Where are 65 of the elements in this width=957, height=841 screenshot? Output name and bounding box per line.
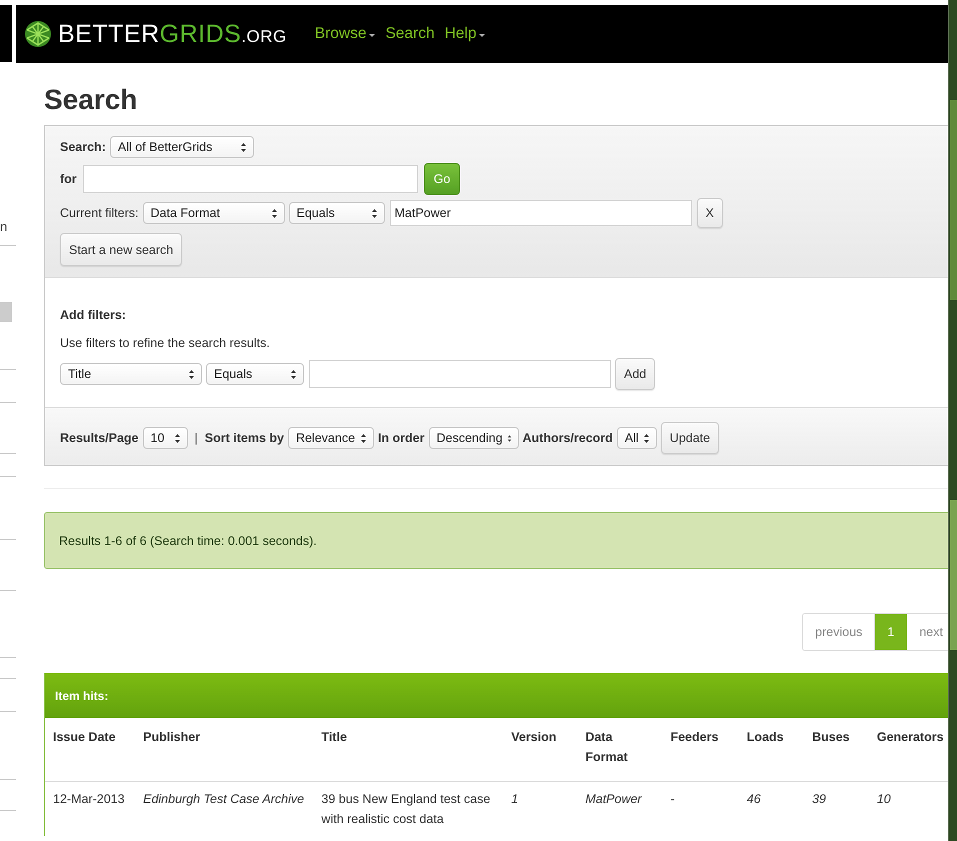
- column-header: Generators: [868, 718, 948, 782]
- scope-select[interactable]: All of BetterGrids: [110, 136, 254, 158]
- order-select[interactable]: Descending: [428, 427, 518, 449]
- table-cell: -: [662, 782, 739, 836]
- select-arrows-icon: [642, 432, 650, 444]
- field-label: Sort items by: [204, 431, 284, 445]
- column-header: Title: [313, 718, 504, 782]
- logo-icon[interactable]: [24, 20, 52, 48]
- field-label: Search:: [60, 140, 106, 154]
- field-label: Results/Page: [60, 431, 139, 445]
- results-alert: Results 1-6 of 6 (Search time: 0.001 seconds).: [44, 512, 948, 569]
- table-cell: 39: [804, 782, 869, 836]
- field-label: for: [60, 172, 77, 186]
- column-header: Buses: [804, 718, 869, 782]
- filter-operator-select[interactable]: Equals: [206, 363, 304, 385]
- table-cell: 12-Mar-2013: [45, 782, 136, 836]
- page-link[interactable]: next: [907, 614, 948, 650]
- select-arrows-icon: [506, 432, 512, 444]
- table-cell: 10: [868, 782, 948, 836]
- nav-link[interactable]: Browse: [314, 25, 376, 43]
- table-cell: 46: [738, 782, 804, 836]
- nav-link[interactable]: Help: [444, 25, 486, 43]
- background-highlight-bar: [0, 302, 12, 322]
- filter-field-select[interactable]: Data Format: [142, 202, 284, 224]
- query-input[interactable]: [82, 165, 418, 193]
- table-heading: Item hits:: [45, 673, 948, 718]
- select-arrows-icon: [174, 432, 181, 444]
- column-header: Publisher: [135, 718, 314, 782]
- filter-field-select[interactable]: Title: [60, 363, 202, 385]
- select-arrows-icon: [240, 142, 247, 152]
- select-arrows-icon: [188, 368, 195, 380]
- column-header: Feeders: [662, 718, 739, 782]
- per-page-select[interactable]: 10: [142, 427, 188, 449]
- remove-filter-button[interactable]: X: [696, 198, 723, 228]
- update-button[interactable]: Update: [660, 422, 720, 454]
- sort-select[interactable]: Relevance: [288, 427, 374, 449]
- table-cell: MatPower: [577, 782, 662, 836]
- table-cell: Edinburgh Test Case Archive: [135, 782, 314, 836]
- new-search-button[interactable]: Start a new search: [60, 233, 182, 266]
- field-label: Current filters:: [60, 206, 138, 220]
- field-label: In order: [378, 431, 424, 445]
- column-header: Version: [503, 718, 578, 782]
- column-header: Loads: [738, 718, 804, 782]
- filter-operator-select[interactable]: Equals: [288, 202, 384, 224]
- authors-select[interactable]: All: [616, 427, 657, 449]
- background-header-bar: [0, 5, 12, 62]
- background-text: n: [0, 219, 8, 235]
- add-button[interactable]: Add: [615, 358, 656, 390]
- select-arrows-icon: [270, 208, 278, 218]
- table-cell: 39 bus New England test case with realistic cost data: [313, 782, 504, 836]
- filter-value-input[interactable]: [309, 360, 611, 388]
- column-header: Data Format: [577, 718, 662, 782]
- page-title: Search: [44, 83, 138, 117]
- nav-link[interactable]: Search: [385, 25, 435, 43]
- site-logo[interactable]: BETTERGRIDS.ORG: [58, 20, 287, 48]
- separator-text: |: [194, 431, 198, 445]
- section-heading: Add filters:: [60, 308, 127, 322]
- hint-text: Use filters to refine the search results.: [60, 336, 271, 350]
- table-cell: 1: [503, 782, 578, 836]
- column-header: Issue Date: [45, 718, 136, 782]
- select-arrows-icon: [370, 208, 378, 218]
- field-label: Authors/record: [522, 431, 613, 445]
- filter-value-input[interactable]: MatPower: [390, 200, 692, 226]
- select-arrows-icon: [290, 368, 297, 380]
- select-arrows-icon: [360, 432, 367, 444]
